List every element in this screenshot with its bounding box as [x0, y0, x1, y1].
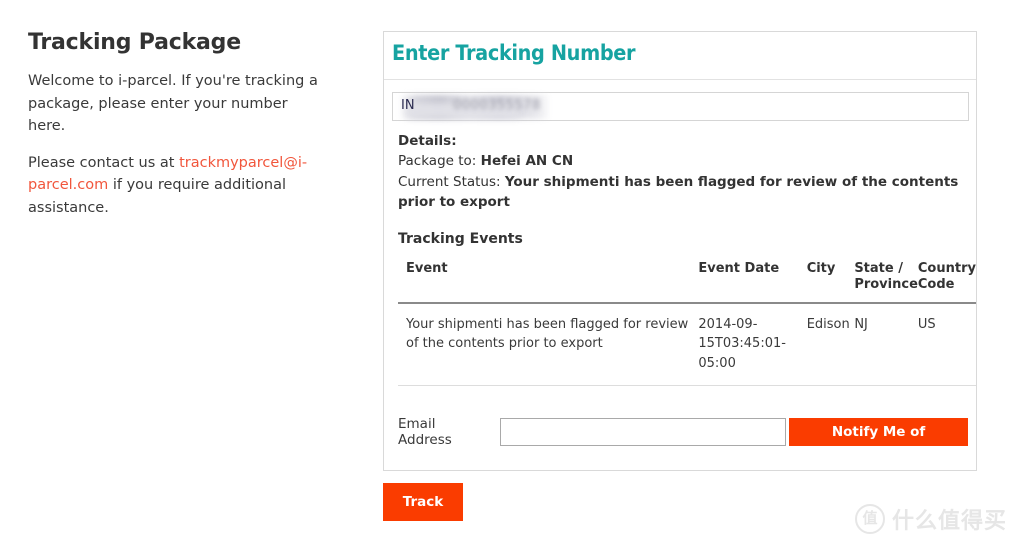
- tracking-panel: Enter Tracking Number IN 0000355578 Deta…: [383, 31, 977, 471]
- watermark-text: 什么值得买: [891, 509, 1007, 534]
- column-header-event: Event: [398, 261, 699, 304]
- watermark-logo-icon: 值: [854, 504, 885, 534]
- redaction-blur-overlay: [399, 95, 549, 119]
- tracking-events-table: Event Event Date City State / Province C…: [398, 261, 976, 386]
- panel-header: Enter Tracking Number: [384, 32, 976, 80]
- email-address-input[interactable]: [500, 418, 787, 446]
- cell-state-province: NJ: [854, 302, 918, 386]
- table-body: Your shipmenti has been flagged for revi…: [398, 302, 976, 386]
- column-header-city: City: [806, 261, 855, 304]
- page-title: Tracking Package: [28, 30, 241, 55]
- redaction-blur-overlay-secondary: [407, 103, 519, 118]
- package-to-value: Hefei AN CN: [480, 153, 574, 170]
- site-watermark: 值 什么值得买: [854, 503, 1007, 535]
- cell-event-date: 2014-09-15T03:45:01-05:00: [698, 302, 807, 386]
- cell-city: Edison: [806, 302, 855, 386]
- details-heading: Details:: [398, 131, 968, 151]
- table-header-row: Event Event Date City State / Province C…: [398, 261, 976, 304]
- panel-title: Enter Tracking Number: [392, 41, 636, 65]
- track-button[interactable]: Track: [383, 483, 463, 521]
- details-package-to: Package to: Hefei AN CN: [398, 151, 968, 171]
- cell-country-code: US: [917, 302, 976, 386]
- notify-me-button[interactable]: Notify Me of Updates: [789, 418, 969, 468]
- details-heading-label: Details:: [398, 133, 457, 149]
- tracking-number-visible-prefix: IN: [401, 98, 415, 113]
- panel-body: IN 0000355578 Details: Package to: Hefei…: [384, 80, 976, 468]
- details-current-status: Current Status: Your shipmenti has been …: [398, 172, 968, 213]
- tracking-number-input[interactable]: IN 0000355578: [392, 92, 969, 121]
- intro-column: Tracking Package Welcome to i-parcel. If…: [28, 30, 328, 219]
- intro-paragraph-welcome: Welcome to i-parcel. If you're tracking …: [28, 73, 318, 135]
- table-head: Event Event Date City State / Province C…: [398, 261, 976, 304]
- tracking-number-redacted-digits: 0000355578: [453, 98, 541, 113]
- email-notify-row: Email Address Notify Me of Updates: [398, 416, 969, 468]
- column-header-event-date: Event Date: [698, 261, 807, 304]
- column-header-state-province: State / Province: [854, 261, 918, 304]
- details-block: Details: Package to: Hefei AN CN Current…: [398, 131, 968, 212]
- cell-event: Your shipmenti has been flagged for revi…: [398, 302, 699, 386]
- contact-text-before: Please contact us at: [28, 154, 180, 171]
- current-status-label: Current Status:: [398, 173, 501, 190]
- table-row: Your shipmenti has been flagged for revi…: [398, 302, 976, 386]
- email-address-label: Email Address: [398, 416, 452, 448]
- package-to-label: Package to:: [398, 153, 477, 170]
- column-header-country-code: Country Code: [917, 261, 976, 304]
- tracking-events-title: Tracking Events: [398, 231, 523, 247]
- intro-paragraph-contact: Please contact us at trackmyparcel@i-par…: [28, 152, 328, 219]
